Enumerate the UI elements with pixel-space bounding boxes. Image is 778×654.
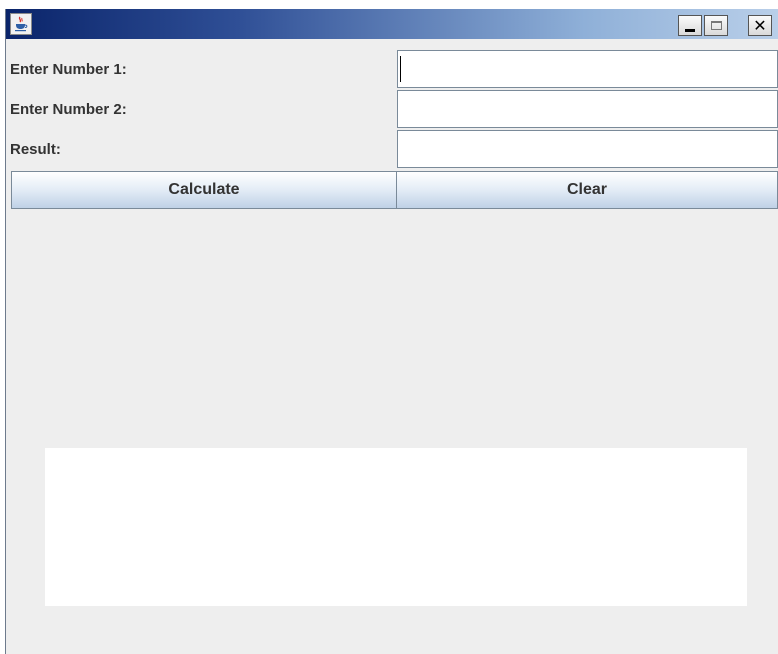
number1-input[interactable] — [397, 50, 778, 88]
output-panel — [45, 448, 747, 606]
number2-label: Enter Number 2: — [10, 101, 127, 118]
minimize-button[interactable] — [678, 15, 702, 36]
number1-row: Enter Number 1: — [6, 50, 778, 90]
close-icon: ✕ — [753, 15, 767, 35]
clear-button[interactable]: Clear — [396, 171, 778, 209]
coffee-cup-icon — [15, 16, 28, 32]
maximize-icon — [710, 21, 722, 30]
result-label: Result: — [10, 141, 61, 158]
java-app-icon[interactable] — [10, 13, 32, 35]
number1-label: Enter Number 1: — [10, 61, 127, 78]
text-caret — [400, 56, 401, 82]
result-row: Result: — [6, 130, 778, 170]
app-window: ✕ Enter Number 1: Enter Number 2: Result… — [5, 9, 778, 654]
title-bar[interactable]: ✕ — [6, 9, 778, 39]
number2-row: Enter Number 2: — [6, 90, 778, 130]
close-button[interactable]: ✕ — [748, 15, 772, 36]
maximize-button[interactable] — [704, 15, 728, 36]
result-field[interactable] — [397, 130, 778, 168]
number2-input[interactable] — [397, 90, 778, 128]
minimize-icon — [685, 28, 695, 32]
calculate-button[interactable]: Calculate — [11, 171, 397, 209]
